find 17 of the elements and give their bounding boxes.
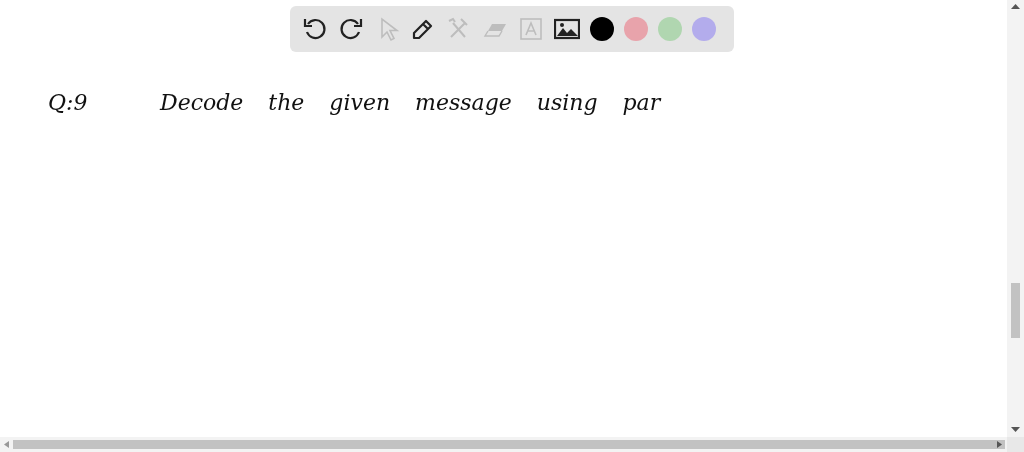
- handwritten-text: Decode the given message using par: [160, 89, 661, 117]
- scroll-left-icon[interactable]: [4, 441, 9, 448]
- vertical-scrollbar[interactable]: [1007, 0, 1024, 437]
- scroll-up-icon[interactable]: [1011, 4, 1020, 10]
- question-number: Q:9: [48, 89, 88, 117]
- scroll-right-icon[interactable]: [997, 441, 1002, 448]
- undo-button[interactable]: [302, 16, 328, 42]
- scrollbar-thumb[interactable]: [13, 440, 1005, 449]
- horizontal-scrollbar[interactable]: [0, 437, 1007, 452]
- color-swatch[interactable]: [590, 17, 614, 41]
- scroll-down-icon[interactable]: [1011, 427, 1020, 433]
- image-button[interactable]: [554, 16, 580, 42]
- color-swatch[interactable]: [692, 17, 716, 41]
- scrollbar-thumb[interactable]: [1011, 283, 1020, 338]
- color-swatch[interactable]: [658, 17, 682, 41]
- redo-button[interactable]: [338, 16, 364, 42]
- color-swatch[interactable]: [624, 17, 648, 41]
